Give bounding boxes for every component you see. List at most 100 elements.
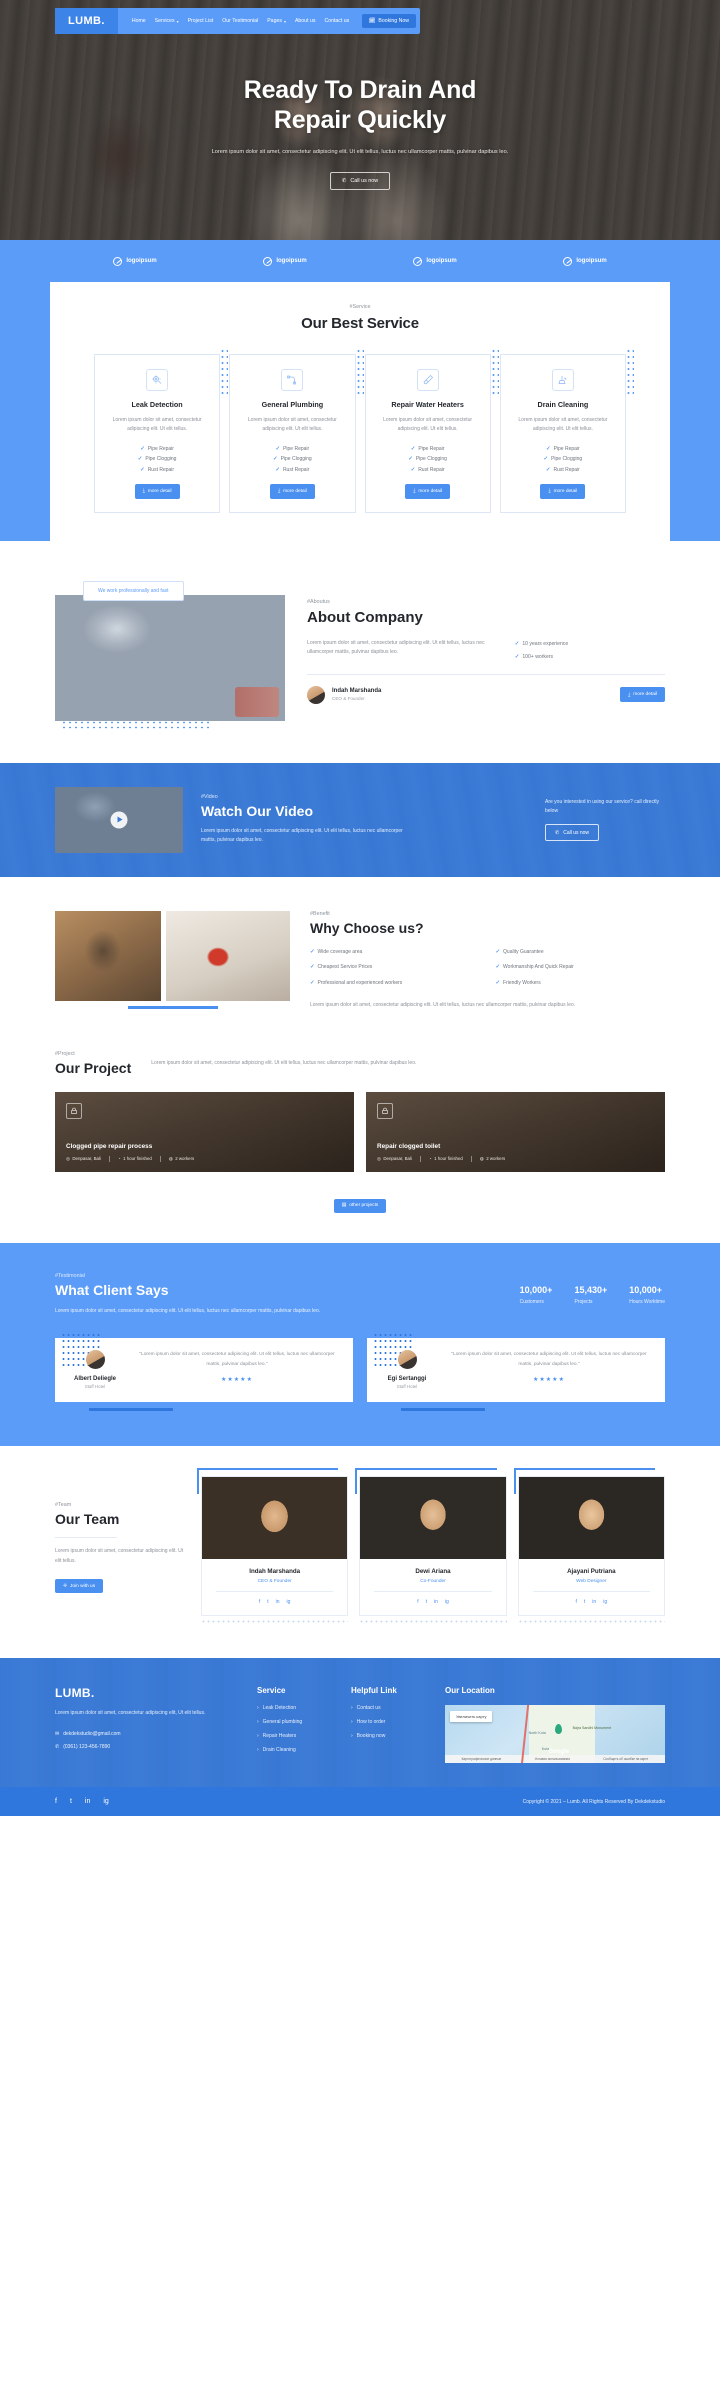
hero-call-us-button[interactable]: ✆ Call us now — [329, 171, 391, 190]
about-paragraph: Lorem ipsum dolor sit amet, consectetur … — [307, 639, 485, 656]
divider — [470, 1155, 472, 1162]
service-more-detail-button[interactable]: ⤓ more detail — [134, 483, 180, 499]
instagram-icon[interactable]: ig — [445, 1599, 449, 1605]
team-member-card[interactable]: Ajayani Putriana Web Designer f t in ig — [513, 1468, 665, 1625]
team-paragraph: Lorem ipsum dolor sit amet, consectetur … — [55, 1548, 184, 1564]
facebook-icon[interactable]: f — [55, 1798, 57, 1805]
map-footer-item[interactable]: Сообщить об ошибке на карте — [603, 1757, 648, 1761]
map-footer-item[interactable]: Картографические данные — [462, 1757, 502, 1761]
twitter-icon[interactable]: t — [267, 1599, 268, 1605]
feature-label: Pipe Clogging — [415, 456, 447, 462]
nav-item-pages[interactable]: Pages ▾ — [267, 18, 286, 24]
facebook-icon[interactable]: f — [417, 1599, 418, 1605]
instagram-icon[interactable]: ig — [603, 1599, 607, 1605]
team-member-card[interactable]: Indah Marshanda CEO & Founder f t in ig — [197, 1468, 349, 1625]
service-card-drain-cleaning[interactable]: Drain Cleaning Lorem ipsum dolor sit ame… — [499, 348, 634, 513]
service-feature: ✓ Pipe Clogging — [511, 456, 615, 462]
twitter-icon[interactable]: t — [426, 1599, 427, 1605]
copyright-text: Copyright © 2021 – Lumb. All Rights Rese… — [522, 1798, 665, 1805]
instagram-icon[interactable]: ig — [287, 1599, 291, 1605]
service-cards: Leak Detection Lorem ipsum dolor sit ame… — [50, 332, 670, 513]
join-with-us-button[interactable]: ✛ Join with us — [55, 1579, 104, 1594]
workers-label: 2 workers — [486, 1156, 506, 1162]
map-enlarge-button[interactable]: Увеличить карту — [450, 1711, 493, 1723]
footer-email[interactable]: ✉ dekdekstudio@gmail.com — [55, 1731, 235, 1737]
service-card-general-plumbing[interactable]: General Plumbing Lorem ipsum dolor sit a… — [229, 348, 364, 513]
nav-item-home[interactable]: Home — [132, 18, 146, 24]
location-map[interactable]: Увеличить карту North Kuta Bajra Sandhi … — [445, 1705, 665, 1764]
nav-item-about-us[interactable]: About us — [295, 18, 315, 24]
linkedin-icon[interactable]: in — [276, 1599, 280, 1605]
twitter-icon[interactable]: t — [584, 1599, 585, 1605]
service-feature: ✓ Pipe Repair — [376, 446, 480, 452]
chevron-right-icon: › — [351, 1719, 353, 1726]
footer-link-general-plumbing[interactable]: › General plumbing — [257, 1719, 329, 1725]
check-icon: ✓ — [140, 466, 145, 473]
twitter-icon[interactable]: t — [70, 1798, 72, 1805]
linkedin-icon[interactable]: in — [592, 1599, 596, 1605]
footer-link-booking-now[interactable]: › Booking now — [351, 1733, 423, 1739]
project-card-clogged-toilet[interactable]: Repair clogged toilet ◎ Denpasar, Bali ◔ 1… — [366, 1092, 665, 1172]
service-more-detail-button[interactable]: ⤓ more detail — [405, 483, 451, 499]
service-feature-list: ✓ Pipe Repair ✓ Pipe Clogging ✓ Rust Repair — [240, 446, 344, 473]
service-feature: ✓ Rust Repair — [511, 467, 615, 473]
linkedin-icon[interactable]: in — [85, 1798, 90, 1805]
service-card-repair-water-heaters[interactable]: Repair Water Heaters Lorem ipsum dolor s… — [364, 348, 499, 513]
instagram-icon[interactable]: ig — [103, 1798, 108, 1805]
other-projects-button[interactable]: ▤ other projects — [333, 1198, 387, 1213]
founder-name: Indah Marshanda — [332, 688, 382, 694]
about-more-detail-button[interactable]: ⤓ more detail — [620, 687, 665, 702]
team-member-role: Co-Founder — [420, 1579, 446, 1585]
facebook-icon[interactable]: f — [576, 1599, 577, 1605]
leak-detection-icon — [146, 369, 169, 391]
testimonial-person: Egi Sertanggi Staff Hotel — [379, 1350, 435, 1389]
service-feature: ✓ Pipe Clogging — [376, 456, 480, 462]
testimonial-quote: "Lorem ipsum dolor sit amet, consectetur… — [451, 1352, 647, 1367]
footer-link-drain-cleaning[interactable]: › Drain Cleaning — [257, 1747, 329, 1753]
map-footer-item[interactable]: Условия использования — [535, 1757, 570, 1761]
divider — [159, 1155, 161, 1162]
chevron-down-icon: ▾ — [176, 18, 179, 24]
team-member-info: Dewi Ariana Co-Founder f t in ig — [360, 1559, 505, 1615]
stat-label: Customers — [519, 1298, 544, 1305]
footer-phone[interactable]: ✆ (0361) 123-456-7890 — [55, 1744, 235, 1750]
nav-item-project-list[interactable]: Project List — [188, 18, 214, 24]
users-icon: ◍ — [479, 1155, 484, 1161]
why-image-2 — [166, 910, 290, 1001]
nav-item-contact-us[interactable]: Contact us — [324, 18, 349, 24]
nav-label: About us — [294, 18, 316, 24]
team-member-card[interactable]: Dewi Ariana Co-Founder f t in ig — [355, 1468, 507, 1625]
footer-link-repair-heaters[interactable]: › Repair Heaters — [257, 1733, 329, 1739]
founder-info: Indah Marshanda CEO & Founder — [332, 688, 381, 701]
location-label: Denpasar, Bali — [383, 1156, 412, 1162]
check-icon: ✓ — [310, 964, 315, 971]
about-section: We work professionally and fast #Aboutus… — [0, 541, 720, 763]
feature-label: Rust Repair — [418, 466, 445, 473]
phone-label: (0361) 123-456-7890 — [63, 1743, 111, 1750]
service-more-detail-button[interactable]: ⤓ more detail — [540, 483, 586, 499]
duration-label: 1 hour finished — [434, 1156, 463, 1162]
partner-logo-label: logoipsum — [576, 258, 607, 264]
map-label: North Kuta — [528, 1730, 546, 1735]
play-icon[interactable] — [110, 811, 128, 828]
stat-label: Hours Worktime — [629, 1298, 665, 1305]
service-card-leak-detection[interactable]: Leak Detection Lorem ipsum dolor sit ame… — [94, 348, 229, 513]
check-icon: ✓ — [137, 456, 143, 462]
download-icon: ⤓ — [142, 489, 145, 494]
video-call-us-button[interactable]: ✆ Call us now — [545, 824, 600, 841]
footer-link-contact-us[interactable]: › Contact us — [351, 1705, 423, 1711]
project-card-clogged-pipe[interactable]: Clogged pipe repair process ◎ Denpasar, B… — [55, 1092, 354, 1172]
nav-item-our-testimonial[interactable]: Our Testimonial — [222, 18, 258, 24]
about-tagline: #Aboutus — [307, 598, 330, 605]
brand-logo[interactable]: LUMB. — [55, 8, 118, 34]
footer-link-leak-detection[interactable]: › Leak Detection — [257, 1705, 329, 1711]
service-more-detail-button[interactable]: ⤓ more detail — [269, 483, 315, 499]
facebook-icon[interactable]: f — [259, 1599, 260, 1605]
divider — [108, 1155, 110, 1162]
video-thumbnail[interactable] — [55, 786, 183, 853]
footer-link-how-to-order[interactable]: › How to order — [351, 1719, 423, 1725]
check-icon: ✓ — [495, 964, 501, 971]
nav-item-services[interactable]: Services ▾ — [155, 18, 179, 24]
linkedin-icon[interactable]: in — [434, 1599, 438, 1605]
booking-now-button[interactable]: 🗓 Booking Now — [361, 14, 416, 28]
